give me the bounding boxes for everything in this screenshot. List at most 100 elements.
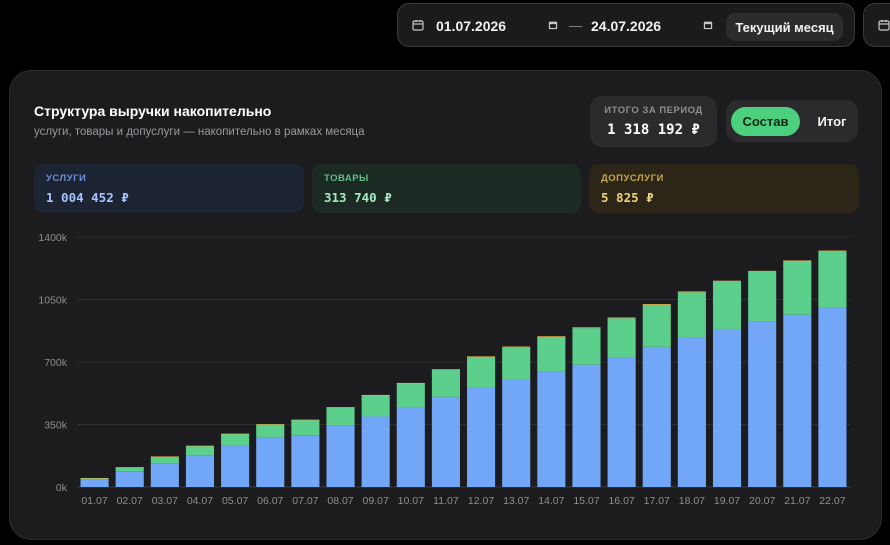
bar-segment [150,456,179,464]
date-range-bar: 01.07.2026 — 24.07.2026 Текущий месяц [397,3,855,47]
x-tick-label: 16.07 [608,495,634,507]
bar-segment [748,270,777,272]
bar-segment [642,346,671,487]
bar-segment [712,328,742,487]
x-tick-label: 11.07 [433,495,459,507]
x-tick-label: 05.07 [222,495,248,507]
x-tick-label: 21.07 [784,495,810,507]
calendar-icon[interactable] [412,19,424,31]
bar-segment [221,445,250,487]
bar-segment [396,382,425,384]
x-tick-label: 09.07 [363,495,389,507]
bar-segment [818,307,847,487]
bar-segment [642,304,671,347]
bar-segment [607,318,636,358]
x-tick-label: 03.07 [152,495,178,507]
x-tick-label: 01.07 [81,495,107,507]
start-date-input[interactable]: 01.07.2026 [436,18,506,34]
bar-segment [748,271,777,322]
y-tick-label: 700k [44,357,68,369]
x-tick-label: 22.07 [819,495,845,507]
bar-segment [115,467,144,472]
bar-segment [291,420,320,436]
x-tick-label: 08.07 [327,495,353,507]
calendar-icon[interactable] [548,20,558,30]
bar-segment [712,281,742,329]
bar-segment [572,328,601,365]
bar-segment [642,304,671,305]
bar-segment [502,346,531,348]
bar-segment [502,347,531,379]
x-tick-label: 13.07 [503,495,529,507]
bar-segment [431,396,460,487]
bar-segment [537,336,566,337]
bar-segment [256,424,285,438]
bar-segment [783,261,812,315]
x-tick-label: 15.07 [573,495,599,507]
bar-segment [326,407,355,408]
revenue-stacked-bar-chart: 0k 350k 700k 1050k 1400k 01.07 02.07 03.07 04.07… [38,232,850,507]
bar-segment [256,424,285,425]
bar-segment [467,387,496,487]
bar-segment [677,292,706,337]
y-tick-label: 0k [56,482,68,494]
bar-segment [291,419,320,421]
x-tick-label: 20.07 [749,495,775,507]
bar-segment [115,467,144,468]
bar-segment [185,445,215,456]
bar-segment [326,425,355,487]
bar-segment [467,357,496,387]
x-tick-label: 06.07 [257,495,283,507]
bar-segment [221,433,250,446]
bar-segment [572,327,601,329]
bar-segment [361,394,390,396]
bar-segment [185,445,215,447]
x-tick-label: 04.07 [187,495,213,507]
y-tick-label: 350k [44,420,68,432]
bar-segment [537,371,566,487]
bar-segment [256,437,285,487]
x-tick-label: 12.07 [468,495,494,507]
bar-segment [80,478,109,479]
bar-segment [783,260,812,262]
bar-segment [326,407,355,426]
y-tick-label: 1400k [38,232,67,244]
calendar-icon[interactable] [878,19,890,31]
x-tick-label: 14.07 [538,495,564,507]
bar-segment [818,251,847,308]
bar-segment [396,383,425,408]
current-month-button[interactable]: Текущий месяц [726,13,843,41]
bar-segment [115,471,144,487]
bar-segment [150,456,179,458]
bar-segment [502,378,531,487]
bar-segment [361,416,390,487]
x-tick-label: 02.07 [117,495,143,507]
bar-segment [150,463,179,487]
x-tick-label: 19.07 [714,495,740,507]
date-separator: — [569,18,582,33]
end-date-input[interactable]: 24.07.2026 [591,18,661,34]
bar-segment [677,291,706,293]
bar-segment [361,395,390,417]
x-tick-label: 10.07 [398,495,424,507]
bar-segment [677,337,706,487]
bar-segment [291,435,320,487]
x-tick-label: 17.07 [644,495,670,507]
bar-segment [185,455,215,487]
bar-segment [431,369,460,397]
y-tick-label: 1050k [38,295,67,307]
calendar-icon[interactable] [703,20,713,30]
date-range-bar-secondary [863,3,890,47]
bar-segment [80,479,109,487]
bar-segment [818,250,847,252]
bar-segment [783,314,812,487]
x-tick-label: 07.07 [292,495,318,507]
bar-segment [221,433,250,435]
bar-segment [748,321,777,487]
x-tick-label: 18.07 [679,495,705,507]
bar-segment [572,364,601,487]
bar-segment [607,357,636,487]
bar-segment [607,317,636,319]
bar-segment [712,280,742,282]
revenue-structure-card: Структура выручки накопительно услуги, т… [9,70,882,540]
